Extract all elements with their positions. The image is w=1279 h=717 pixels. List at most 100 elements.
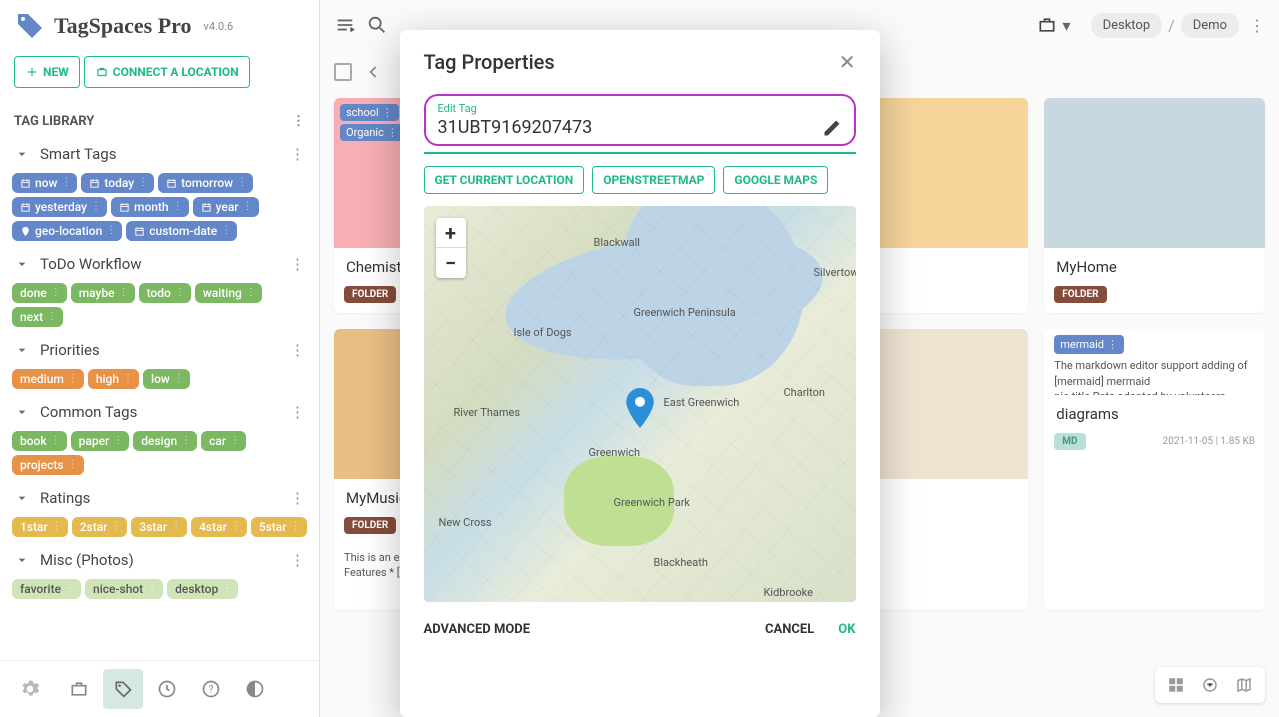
map-label: Charlton [784,386,825,399]
tag-year[interactable]: year⋮ [193,197,259,217]
group-more-icon[interactable]: ⋮ [290,403,305,421]
help-icon[interactable]: ? [191,669,231,709]
group-more-icon[interactable]: ⋮ [290,145,305,163]
map-label: Kidbrooke [764,586,813,599]
group-more-icon[interactable]: ⋮ [290,341,305,359]
tag-now[interactable]: now⋮ [12,173,77,193]
chevron-down-icon[interactable]: ▾ [1063,16,1071,35]
tag-geo-location[interactable]: geo-location⋮ [12,221,122,241]
briefcase-icon[interactable] [59,669,99,709]
group-header[interactable]: Smart Tags⋮ [0,137,319,171]
tag-yesterday[interactable]: yesterday⋮ [12,197,107,217]
tag-custom-date[interactable]: custom-date⋮ [126,221,237,241]
tag-4star[interactable]: 4star⋮ [191,517,247,537]
tag-low[interactable]: low⋮ [143,369,190,389]
grid-view-icon[interactable] [1159,671,1193,699]
map-label: Greenwich Park [614,496,691,509]
map-view-icon[interactable] [1227,671,1261,699]
tag-done[interactable]: done⋮ [12,283,67,303]
tag-today[interactable]: today⋮ [81,173,154,193]
tag-icon[interactable] [103,669,143,709]
tag-library-title: TAG LIBRARY [14,114,94,129]
tag-nice-shot[interactable]: nice-shot⋮ [85,579,163,599]
group-header[interactable]: Misc (Photos)⋮ [0,543,319,577]
library-more-icon[interactable]: ⋮ [292,114,305,129]
card[interactable]: mermaid ⋮The markdown editor support add… [1044,329,1265,610]
map-label: Silvertown [814,266,856,279]
tag-book[interactable]: book⋮ [12,431,67,451]
edit-tag-label: Edit Tag [438,102,842,115]
theme-icon[interactable] [235,669,275,709]
sidebar: TagSpaces Pro v4.0.6 NEW CONNECT A LOCAT… [0,0,320,717]
openstreetmap-button[interactable]: OPENSTREETMAP [592,166,715,194]
tag-next[interactable]: next⋮ [12,307,63,327]
tag-maybe[interactable]: maybe⋮ [71,283,135,303]
group-more-icon[interactable]: ⋮ [290,551,305,569]
zoom-in-button[interactable]: + [436,218,466,248]
breadcrumb-more-icon[interactable]: ⋮ [1249,16,1265,35]
map-label: East Greenwich [664,396,740,409]
tag-month[interactable]: month⋮ [111,197,189,217]
app-name: TagSpaces Pro [54,13,192,39]
tag-car[interactable]: car⋮ [201,431,246,451]
tag-waiting[interactable]: waiting⋮ [195,283,262,303]
tag-medium[interactable]: medium⋮ [12,369,84,389]
view-switcher [1155,667,1265,703]
group-header[interactable]: Ratings⋮ [0,481,319,515]
tag-3star[interactable]: 3star⋮ [131,517,187,537]
app-version: v4.0.6 [204,20,234,33]
pencil-icon[interactable] [822,118,842,138]
tag-design[interactable]: design⋮ [133,431,197,451]
settings-icon[interactable] [10,669,50,709]
history-icon[interactable] [147,669,187,709]
map-label: Blackwall [594,236,640,249]
back-icon[interactable] [364,62,384,82]
group-header[interactable]: Priorities⋮ [0,333,319,367]
group-header[interactable]: ToDo Workflow⋮ [0,247,319,281]
map[interactable]: + − BlackwallIsle of DogsGreenwich Penin… [424,206,856,602]
app-logo-icon [14,10,46,42]
tag-1star[interactable]: 1star⋮ [12,517,68,537]
lens-view-icon[interactable] [1193,671,1227,699]
close-icon[interactable]: ✕ [839,50,856,74]
tag-paper[interactable]: paper⋮ [71,431,130,451]
select-all-checkbox[interactable] [334,63,352,81]
map-label: Blackheath [654,556,708,569]
zoom-control: + − [436,218,466,278]
tag-favorite[interactable]: favorite⋮ [12,579,81,599]
card-tag[interactable]: school ⋮ [340,104,399,121]
card-tag[interactable]: mermaid ⋮ [1054,335,1124,354]
breadcrumb-1[interactable]: Demo [1181,13,1239,38]
menu-toggle-icon[interactable] [334,14,356,36]
map-label: River Thames [454,406,521,419]
search-icon[interactable] [366,14,388,36]
ok-button[interactable]: OK [838,622,855,637]
map-pin-icon [625,388,655,428]
map-label: Greenwich [589,446,641,459]
zoom-out-button[interactable]: − [436,248,466,278]
tag-tomorrow[interactable]: tomorrow⋮ [158,173,253,193]
tag-desktop[interactable]: desktop⋮ [167,579,238,599]
breadcrumb-0[interactable]: Desktop [1091,13,1163,38]
tag-5star[interactable]: 5star⋮ [251,517,307,537]
group-header[interactable]: Common Tags⋮ [0,395,319,429]
tag-high[interactable]: high⋮ [88,369,139,389]
tag-2star[interactable]: 2star⋮ [72,517,128,537]
card-tag[interactable]: Organic ⋮ [340,124,404,141]
new-button[interactable]: NEW [14,56,80,88]
location-briefcase-icon[interactable] [1037,15,1057,35]
map-label: Isle of Dogs [514,326,572,339]
group-more-icon[interactable]: ⋮ [290,489,305,507]
connect-location-button[interactable]: CONNECT A LOCATION [84,56,250,88]
cancel-button[interactable]: CANCEL [765,622,814,637]
svg-text:?: ? [209,684,214,695]
group-more-icon[interactable]: ⋮ [290,255,305,273]
advanced-mode-button[interactable]: ADVANCED MODE [424,622,531,637]
dialog-title: Tag Properties [424,50,555,74]
tag-todo[interactable]: todo⋮ [139,283,191,303]
tag-projects[interactable]: projects⋮ [12,455,84,475]
card[interactable]: MyHomeFOLDER [1044,98,1265,313]
get-current-location-button[interactable]: GET CURRENT LOCATION [424,166,585,194]
edit-tag-input[interactable] [438,115,814,140]
google-maps-button[interactable]: GOOGLE MAPS [723,166,828,194]
